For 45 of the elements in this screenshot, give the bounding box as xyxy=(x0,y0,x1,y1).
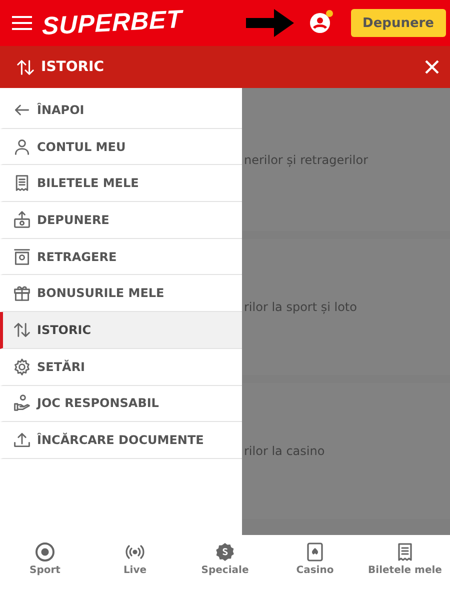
menu-item-label: SETĂRI xyxy=(37,360,86,374)
menu-item[interactable]: RETRAGERE xyxy=(0,238,242,276)
section-title: ISTORIC xyxy=(41,59,106,75)
receipt-icon xyxy=(13,174,31,192)
card-text: rilor la sport și loto xyxy=(244,300,357,314)
menu-item[interactable]: ISTORIC xyxy=(0,312,242,349)
pointer-arrow-icon xyxy=(244,8,295,38)
menu-icon[interactable] xyxy=(12,16,32,30)
menu-item[interactable]: SETĂRI xyxy=(0,348,242,386)
upload-icon xyxy=(13,431,31,450)
badge-icon xyxy=(215,542,235,562)
ball-icon xyxy=(35,542,55,562)
close-icon[interactable] xyxy=(424,59,440,75)
menu-item-label: RETRAGERE xyxy=(37,250,117,264)
menu-item-label: ISTORIC xyxy=(37,322,92,337)
nav-tab[interactable]: Sport xyxy=(0,535,90,600)
deposit-button[interactable]: Depunere xyxy=(350,9,446,37)
menu-item-label: JOC RESPONSABIL xyxy=(37,396,159,410)
menu-item[interactable]: BILETELE MELE xyxy=(0,165,242,202)
card-text: nerilor și retragerilor xyxy=(244,152,368,166)
menu-item-label: DEPUNERE xyxy=(37,212,110,227)
nav-tab[interactable]: Speciale xyxy=(180,535,270,600)
playing-card-icon xyxy=(305,542,325,562)
menu-item[interactable]: DEPUNERE xyxy=(0,202,242,239)
nav-tab[interactable]: Live xyxy=(90,535,180,600)
hand-icon xyxy=(13,394,31,412)
nav-tab[interactable]: Biletele mele xyxy=(360,535,450,600)
receipt-icon xyxy=(395,542,415,562)
up-down-arrows-icon xyxy=(13,320,31,339)
broadcast-icon xyxy=(125,542,145,562)
gear-icon xyxy=(13,358,31,376)
menu-item-label: ÎNAPOI xyxy=(37,102,84,117)
nav-tab[interactable]: Casino xyxy=(270,535,360,600)
wallet-icon xyxy=(13,248,31,266)
up-down-arrows-icon xyxy=(16,58,35,76)
menu-item-label: BILETELE MELE xyxy=(37,176,139,190)
money-upload-icon xyxy=(13,210,31,229)
menu-item-label: BONUSURILE MELE xyxy=(37,286,164,300)
person-icon xyxy=(13,138,31,156)
account-icon[interactable] xyxy=(308,12,331,34)
gift-icon xyxy=(13,284,31,302)
menu-item-label: CONTUL MEU xyxy=(37,140,126,154)
menu-item-label: ÎNCĂRCARE DOCUMENTE xyxy=(37,433,204,448)
logo[interactable]: SUPERBET xyxy=(42,4,182,42)
card-text: rilor la casino xyxy=(244,444,325,458)
